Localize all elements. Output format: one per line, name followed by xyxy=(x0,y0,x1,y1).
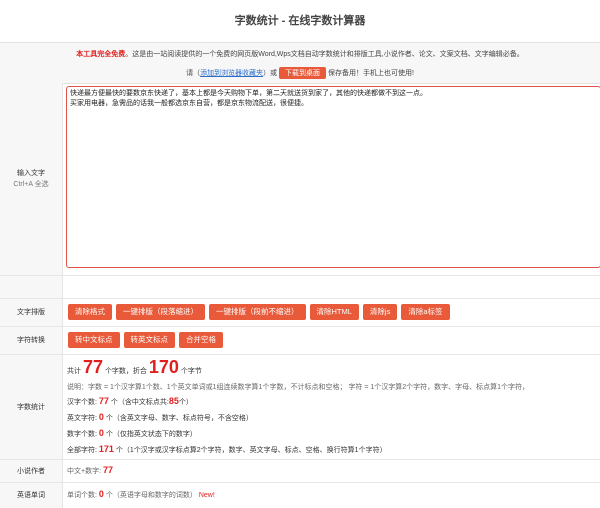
cn-end: 个） xyxy=(178,399,193,406)
cn-count-line: 汉字个数: 77 个（含中文标点共:85个） xyxy=(67,396,600,407)
format-label: 文字排版 xyxy=(0,299,63,326)
total-words-value: 77 xyxy=(82,357,103,377)
total-words-unit: 个字数，折合 xyxy=(104,368,147,375)
all-value: 171 xyxy=(98,444,114,454)
text-input-area[interactable]: 快递最方便最快的要数京东快递了，基本上都是今天购物下单，第二天就送货到家了，其他… xyxy=(66,86,600,268)
digit-value: 0 xyxy=(98,428,104,438)
stats-row: 字数统计 共计 77 个字数，折合 170 个字节 说明：字数 = 1个汉字算1… xyxy=(0,355,600,460)
novel-label: 小说作者 xyxy=(0,460,63,482)
spacer-label-cell xyxy=(0,276,63,298)
bookmark-link[interactable]: 添加到浏览器收藏夹 xyxy=(200,70,263,77)
cn-punct-value: 85 xyxy=(168,396,179,406)
format-row: 文字排版 清除格式 一键排版（段落缩进） 一键排版（段前不缩进） 清除HTML 清除js… xyxy=(0,299,600,327)
novel-row: 小说作者 中文+数字: 77 xyxy=(0,460,600,483)
auto-format-indent-button[interactable]: 一键排版（段落缩进） xyxy=(116,304,205,320)
en-value: 0 xyxy=(98,412,104,422)
all-note: 个（1个汉字或汉字标点算2个字符，数字、英文字母、标点、空格、换行符算1个字符） xyxy=(115,447,387,454)
english-label: 英语单词 xyxy=(0,483,63,508)
clear-html-button[interactable]: 清除HTML xyxy=(309,304,359,320)
input-label-cell: 输入文字 Ctrl+A 全选 xyxy=(0,83,63,275)
en-note: 个（含英文字母、数字、标点符号，不含空格） xyxy=(105,415,253,422)
en-count-line: 英文字符: 0 个（含英文字母、数字、标点符号，不含空格） xyxy=(67,412,600,423)
clear-format-button[interactable]: 清除格式 xyxy=(68,304,112,320)
total-line: 共计 77 个字数，折合 170 个字节 xyxy=(67,357,600,378)
english-prefix: 单词个数: xyxy=(67,492,97,499)
english-note: 个（英语字母和数字的词数） xyxy=(105,492,197,499)
digit-label: 数字个数: xyxy=(67,431,97,438)
cn-label: 汉字个数: xyxy=(67,399,97,406)
input-label: 输入文字 xyxy=(17,170,45,177)
notice-bar: 本工具完全免费。这是由一站阅读提供的一个免费的网页版Word,Wps文档自动字数… xyxy=(0,42,600,84)
page-title: 字数统计 - 在线字数计算器 xyxy=(234,15,366,27)
all-count-line: 全部字符: 171 个（1个汉字或汉字标点算2个字符，数字、英文字母、标点、空格… xyxy=(67,444,600,455)
to-english-punct-button[interactable]: 转英文标点 xyxy=(123,332,175,348)
merge-spaces-button[interactable]: 合并空格 xyxy=(179,332,223,348)
english-value: 0 xyxy=(98,489,104,499)
digit-note: 个（仅指英文状态下的数字） xyxy=(105,431,197,438)
novel-line: 中文+数字: 77 xyxy=(67,465,600,476)
spacer-row xyxy=(0,276,600,299)
download-desktop-button[interactable]: 下载到桌面 xyxy=(279,67,327,79)
stats-explain: 说明：字数 = 1个汉字算1个数、1个英文单词或1组连续数字算1个字数，不计标点… xyxy=(67,384,530,391)
all-label: 全部字符: xyxy=(67,447,97,454)
novel-prefix: 中文+数字: xyxy=(67,468,102,475)
total-chars-unit: 个字节 xyxy=(180,368,202,375)
new-badge: New! xyxy=(198,492,215,499)
notice-please: 请（ xyxy=(186,70,201,77)
notice-line-2: 请（添加到浏览器收藏夹）或 下载到桌面 保存备用！手机上也可使用! xyxy=(0,67,600,79)
notice-or: ）或 xyxy=(263,70,278,77)
convert-label: 字符转换 xyxy=(0,327,63,354)
notice-tail: 保存备用！手机上也可使用! xyxy=(327,70,414,77)
english-line: 单词个数: 0 个（英语字母和数字的词数） New! xyxy=(67,489,600,500)
input-hint: Ctrl+A 全选 xyxy=(13,181,49,188)
to-chinese-punct-button[interactable]: 转中文标点 xyxy=(68,332,120,348)
input-row: 输入文字 Ctrl+A 全选 快递最方便最快的要数京东快递了，基本上都是今天购物… xyxy=(0,83,600,276)
digit-count-line: 数字个数: 0 个（仅指英文状态下的数字） xyxy=(67,428,600,439)
notice-desc: 。这是由一站阅读提供的一个免费的网页版Word,Wps文档自动字数统计和排版工具… xyxy=(125,51,524,58)
total-chars-value: 170 xyxy=(148,357,179,377)
clear-js-button[interactable]: 清除js xyxy=(362,304,398,320)
stats-label: 字数统计 xyxy=(0,355,63,459)
auto-format-no-indent-button[interactable]: 一键排版（段前不缩进） xyxy=(209,304,306,320)
cn-mid: 个（含中文标点共: xyxy=(110,399,169,406)
convert-row: 字符转换 转中文标点 转英文标点 合并空格 xyxy=(0,327,600,355)
novel-value: 77 xyxy=(103,465,114,475)
cn-value: 77 xyxy=(98,396,109,406)
free-highlight: 本工具完全免费 xyxy=(76,51,126,58)
notice-line-1: 本工具完全免费。这是由一站阅读提供的一个免费的网页版Word,Wps文档自动字数… xyxy=(0,49,600,59)
en-label: 英文字符: xyxy=(67,415,97,422)
total-prefix: 共计 xyxy=(67,368,81,375)
english-row: 英语单词 单词个数: 0 个（英语字母和数字的词数） New! xyxy=(0,483,600,508)
clear-a-tag-button[interactable]: 清除a标签 xyxy=(401,304,450,320)
